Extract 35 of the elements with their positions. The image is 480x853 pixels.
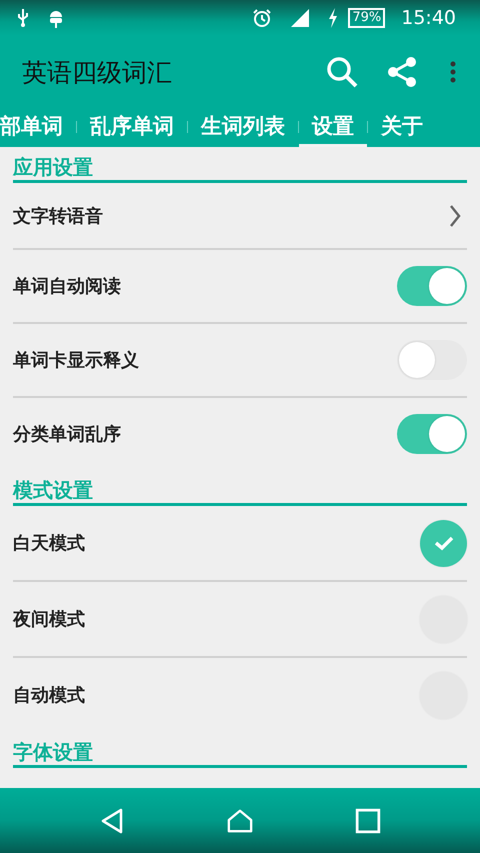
tab[interactable]: 关于 xyxy=(368,111,436,147)
status-time: 15:40 xyxy=(401,7,456,29)
setting-label: 分类单词乱序 xyxy=(13,423,121,446)
setting-label: 单词自动阅读 xyxy=(13,275,121,298)
charging-icon xyxy=(328,8,338,28)
tab[interactable]: 生词列表 xyxy=(188,111,298,147)
section-heading: 应用设置 xyxy=(13,154,94,180)
tab[interactable]: 部单词 xyxy=(0,111,76,147)
signal-icon xyxy=(290,8,310,28)
setting-label: 夜间模式 xyxy=(13,608,85,631)
section-heading: 模式设置 xyxy=(13,477,94,503)
setting-label: 白天模式 xyxy=(13,532,85,555)
app-title: 英语四级词汇 xyxy=(22,56,172,88)
share-icon[interactable] xyxy=(386,56,418,88)
section-heading: 字体设置 xyxy=(13,739,94,765)
tab[interactable]: 乱序单词 xyxy=(77,111,187,147)
home-icon[interactable] xyxy=(227,808,253,834)
usb-icon xyxy=(16,8,30,28)
toggle-switch[interactable] xyxy=(397,414,467,454)
search-icon[interactable] xyxy=(326,56,358,88)
toggle-switch[interactable] xyxy=(397,340,467,380)
back-icon[interactable] xyxy=(99,808,125,834)
alarm-icon xyxy=(252,8,272,28)
setting-label: 文字转语音 xyxy=(13,204,103,228)
setting-label: 自动模式 xyxy=(13,684,85,707)
chevron-right-icon[interactable] xyxy=(449,204,461,228)
check-icon xyxy=(434,535,454,551)
more-icon[interactable] xyxy=(450,60,456,84)
toggle-switch[interactable] xyxy=(397,266,467,306)
tab[interactable]: 设置 xyxy=(299,111,367,147)
radio-check[interactable] xyxy=(420,520,467,566)
recents-icon[interactable] xyxy=(355,808,381,834)
android-icon xyxy=(48,8,64,28)
setting-label: 单词卡显示释义 xyxy=(13,349,139,372)
battery-level: 79% xyxy=(348,8,386,28)
